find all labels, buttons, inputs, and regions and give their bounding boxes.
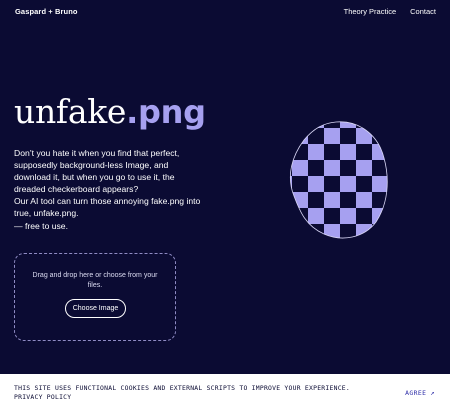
checker-square	[356, 128, 372, 144]
checker-square	[308, 121, 324, 128]
checker-square	[356, 144, 372, 160]
checker-square	[388, 224, 392, 240]
checker-square	[290, 128, 292, 144]
agree-button[interactable]: AGREE ↗	[405, 389, 435, 397]
checker-square	[290, 121, 292, 128]
checker-square	[308, 192, 324, 208]
title-main: unfake	[14, 92, 127, 131]
brand-logo[interactable]: Gaspard + Bruno	[15, 7, 78, 16]
checker-square	[292, 121, 308, 128]
checker-square	[340, 208, 356, 224]
checker-square	[372, 224, 388, 238]
checker-square	[356, 121, 372, 128]
checker-square	[308, 160, 324, 176]
checker-square	[324, 208, 340, 224]
checker-square	[324, 192, 340, 208]
checker-square	[308, 176, 324, 192]
checker-square	[292, 176, 308, 192]
checker-square	[324, 176, 340, 192]
checker-square	[292, 160, 308, 176]
checker-square	[324, 160, 340, 176]
checker-square	[290, 144, 292, 160]
intro-paragraph-1: Don’t you hate it when you find that per…	[14, 148, 180, 195]
checker-square	[308, 240, 324, 242]
top-nav: Theory Practice Contact	[344, 7, 436, 16]
checker-square	[308, 224, 324, 238]
agree-button-label: AGREE	[405, 389, 427, 397]
page-title: unfake.png	[14, 92, 206, 132]
intro-paragraph-3: — free to use.	[14, 220, 68, 231]
checker-square	[388, 128, 392, 144]
checker-square	[372, 160, 388, 176]
checker-square	[290, 224, 292, 238]
checker-square	[372, 121, 388, 128]
checker-square	[292, 128, 308, 144]
checker-square	[308, 208, 324, 224]
checker-square	[292, 224, 308, 238]
checker-square	[340, 128, 356, 144]
nav-link-contact[interactable]: Contact	[410, 7, 436, 16]
title-extension: .png	[126, 93, 206, 131]
checkerboard-blob-svg	[280, 118, 392, 242]
checker-square	[388, 118, 392, 128]
checker-square	[292, 192, 308, 208]
checker-square	[388, 240, 392, 242]
dropzone-prompt: Drag and drop here or choose from your f…	[32, 272, 158, 289]
choose-image-button[interactable]: Choose Image	[65, 299, 126, 318]
checker-square	[280, 240, 292, 242]
checker-square	[308, 128, 324, 144]
cookie-notice-text: THIS SITE USES FUNCTIONAL COOKIES AND EX…	[14, 384, 350, 402]
intro-paragraph-2: Our AI tool can turn those annoying fake…	[14, 196, 201, 219]
checker-square	[324, 240, 340, 242]
checker-square	[292, 240, 308, 242]
checker-square	[388, 176, 392, 192]
checker-square	[340, 176, 356, 192]
arrow-up-right-icon: ↗	[430, 388, 435, 397]
nav-link-theory-practice[interactable]: Theory Practice	[344, 7, 397, 16]
cookie-banner: THIS SITE USES FUNCTIONAL COOKIES AND EX…	[0, 374, 450, 405]
checker-square	[388, 192, 392, 208]
checker-square	[340, 240, 356, 242]
checker-square	[372, 176, 388, 192]
checkerboard-blob-illustration	[280, 118, 392, 242]
checker-square	[372, 240, 388, 242]
checker-square	[340, 192, 356, 208]
checker-square	[340, 144, 356, 160]
checker-square	[340, 121, 356, 128]
checker-square	[356, 240, 372, 242]
checker-square	[388, 144, 392, 160]
checker-square	[356, 176, 372, 192]
file-dropzone[interactable]: Drag and drop here or choose from your f…	[14, 253, 176, 341]
checker-square	[372, 208, 388, 224]
checker-square	[324, 128, 340, 144]
checker-square	[308, 144, 324, 160]
checker-square	[324, 144, 340, 160]
checker-square	[290, 208, 292, 224]
checker-square	[290, 192, 292, 208]
checker-square	[372, 128, 388, 144]
checker-square	[356, 192, 372, 208]
checker-square	[356, 224, 372, 238]
checker-square	[356, 208, 372, 224]
checker-square	[356, 160, 372, 176]
checker-square	[388, 208, 392, 224]
intro-text: Don’t you hate it when you find that per…	[14, 147, 204, 232]
checker-square	[388, 160, 392, 176]
checker-square	[340, 160, 356, 176]
checker-square	[324, 121, 340, 128]
